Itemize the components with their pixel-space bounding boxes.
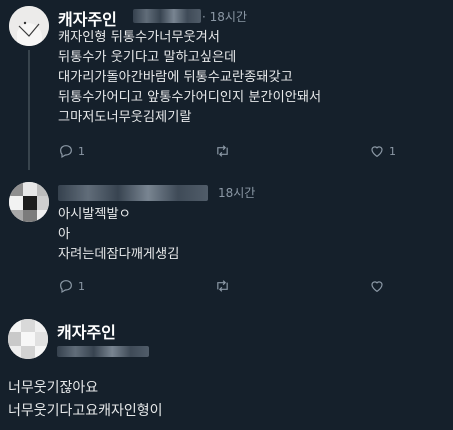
like-button[interactable] xyxy=(369,278,385,294)
like-button[interactable]: 1 xyxy=(369,143,396,159)
reply-button[interactable]: 1 xyxy=(58,278,85,294)
tweet-text-line: 너무웃기잖아요 xyxy=(8,380,99,396)
reply-count: 1 xyxy=(78,144,85,158)
tweet-text-line: 캐자인형 뒤통수가너무웃겨서 xyxy=(58,30,220,45)
like-count: 1 xyxy=(389,144,396,158)
heart-icon xyxy=(371,146,383,158)
retweet-button[interactable] xyxy=(214,278,231,294)
retweet-button[interactable] xyxy=(214,143,231,159)
avatar-image xyxy=(9,6,49,46)
thread-line xyxy=(28,50,30,170)
tweet-2: 18시간 아시발젝발ㅇ 아 자려는데잠다깨게생김 1 xyxy=(0,172,453,302)
heart-icon xyxy=(371,281,383,293)
tweet-text-line: 대가리가돌아간바람에 뒤통수교란종돼갖고 xyxy=(58,70,293,85)
blurred-handle xyxy=(133,9,201,23)
tweet-text-line: 뒤통수가어디고 앞통수가어디인지 분간이안돼서 xyxy=(58,90,322,105)
avatar[interactable] xyxy=(8,319,48,359)
avatar[interactable] xyxy=(9,182,49,222)
avatar-image xyxy=(9,182,49,222)
avatar[interactable] xyxy=(9,6,49,46)
timestamp[interactable]: · 18시간 xyxy=(202,8,247,25)
tweet-text-line: 아시발젝발ㅇ xyxy=(58,207,131,222)
reply-button[interactable]: 1 xyxy=(58,143,85,159)
blurred-handle xyxy=(57,346,149,357)
tweet-text-line: 너무웃기다고요캐자인형이 xyxy=(8,403,163,419)
tweet-text-line: 뒤통수가 웃기다고 말하고싶은데 xyxy=(58,50,237,65)
display-name[interactable]: 캐자주인 xyxy=(58,6,117,30)
retweet-icon xyxy=(217,145,228,157)
avatar-image xyxy=(8,319,48,359)
tweet-text-line: 아 xyxy=(58,227,71,242)
blurred-display-name xyxy=(58,185,208,201)
reply-icon xyxy=(60,280,72,294)
retweet-icon xyxy=(217,280,228,292)
tweet-text-line: 그마저도너무웃김제기랄 xyxy=(58,110,192,125)
tweet-text-line: 자려는데잠다깨게생김 xyxy=(58,247,180,262)
reply-count: 1 xyxy=(78,279,85,293)
timestamp[interactable]: 18시간 xyxy=(218,184,255,201)
reply-icon xyxy=(60,145,72,159)
tweet-1: 캐자주인 · 18시간 캐자인형 뒤통수가너무웃겨서 뒤통수가 웃기다고 말하고… xyxy=(0,0,453,170)
display-name[interactable]: 캐자주인 xyxy=(57,319,116,343)
tweet-3: 캐자주인 너무웃기잖아요 너무웃기다고요캐자인형이 xyxy=(0,305,453,430)
